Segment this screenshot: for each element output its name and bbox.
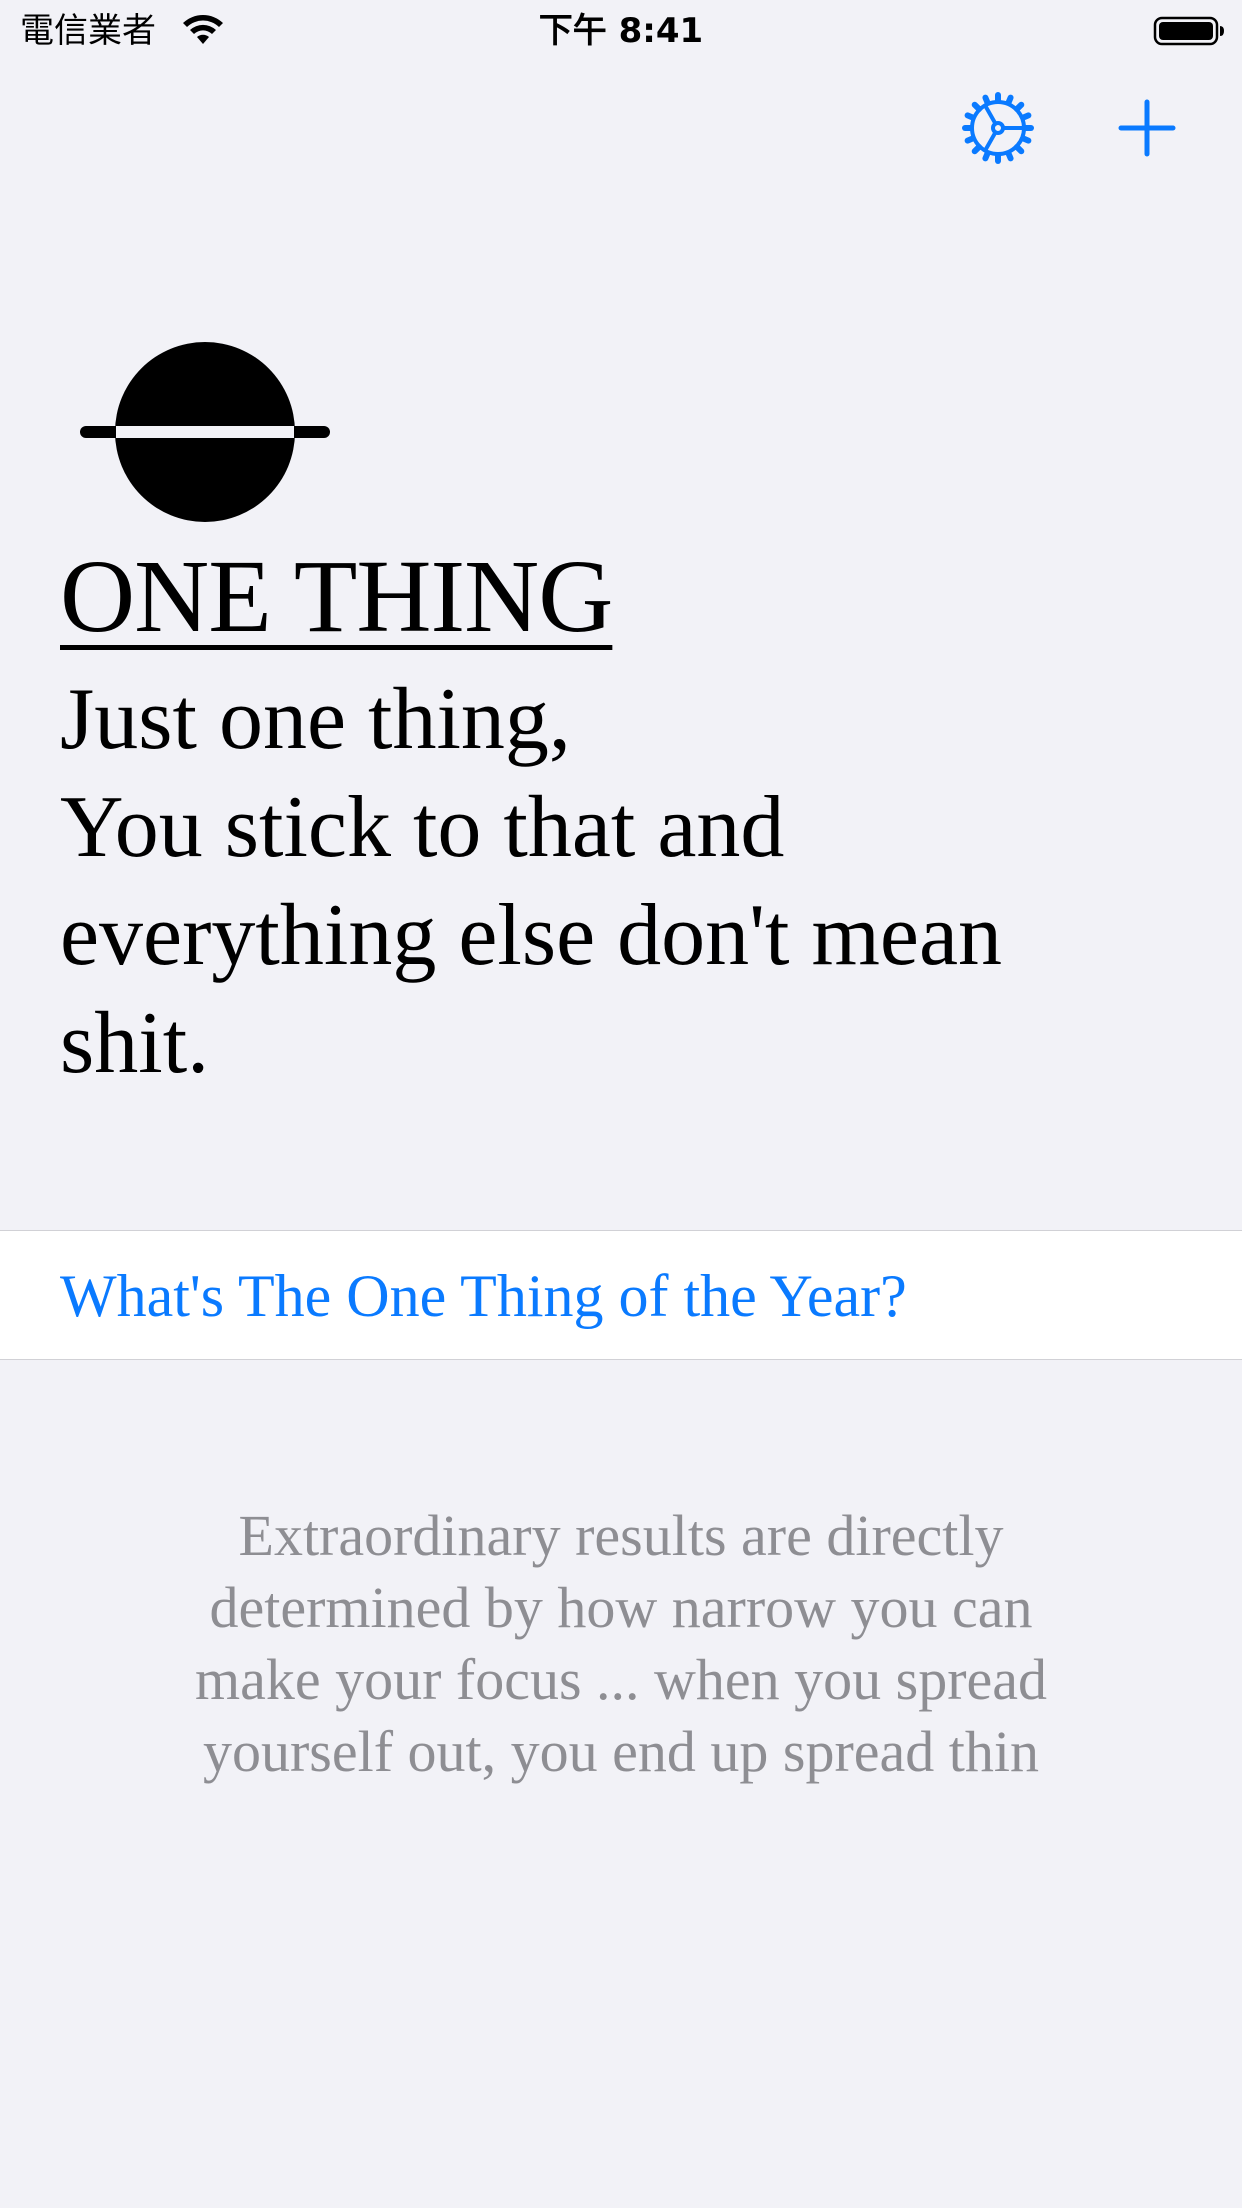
battery-icon [1153, 14, 1225, 48]
add-button[interactable] [1107, 90, 1187, 170]
one-thing-of-year-cell[interactable]: What's The One Thing of the Year? [0, 1230, 1242, 1360]
status-time: 下午 8:41 [538, 11, 704, 51]
footer-quote: Extraordinary results are directly deter… [100, 1500, 1142, 1788]
footer-quote-line: Extraordinary results are directly [238, 1503, 1004, 1568]
cell-label[interactable]: What's The One Thing of the Year? [60, 1261, 907, 1331]
settings-gear-icon [961, 91, 1035, 170]
quote-line: shit. [60, 995, 210, 1092]
footer-quote-line: make your focus ... when you spread [194, 1647, 1048, 1712]
footer-quote-line: yourself out, you end up spread thin [202, 1719, 1039, 1784]
plus-icon [1117, 98, 1177, 163]
status-bar: 電信業者 下午 8:41 [0, 0, 1242, 62]
page-title: ONE THING [60, 539, 613, 654]
quote-line: Just one thing, [60, 671, 571, 768]
hero-quote: Just one thing, You stick to that and ev… [60, 666, 1210, 1098]
quote-line: everything else don't mean [60, 887, 1003, 984]
footer-quote-line: determined by how narrow you can [209, 1575, 1033, 1640]
app-logo [80, 340, 330, 524]
quote-line: You stick to that and [60, 779, 785, 876]
settings-button[interactable] [958, 90, 1038, 170]
